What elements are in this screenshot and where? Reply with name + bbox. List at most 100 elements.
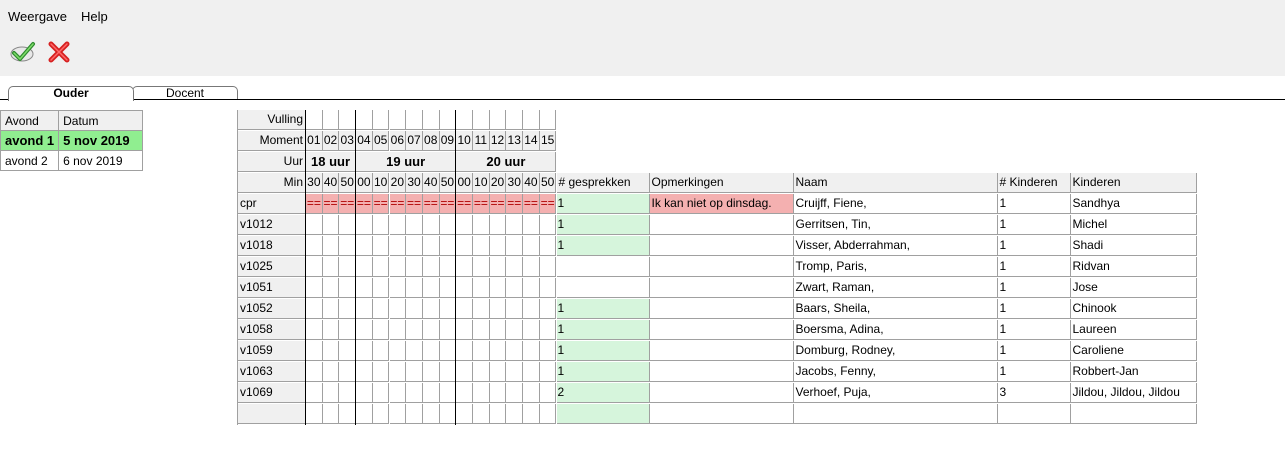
slot-cell[interactable]	[406, 383, 423, 403]
slot-cell[interactable]	[523, 404, 540, 424]
gesprekken-cell[interactable]: 1	[556, 320, 650, 340]
naam-cell[interactable]: Domburg, Rodney,	[793, 341, 998, 361]
naam-cell[interactable]: Visser, Abderrahman,	[793, 236, 998, 256]
opmerkingen-cell[interactable]	[649, 299, 794, 319]
avond-cell[interactable]: avond 2	[0, 150, 60, 171]
slot-cell[interactable]	[339, 215, 357, 235]
slot-cell[interactable]	[356, 383, 373, 403]
slot-cell[interactable]	[506, 257, 524, 277]
slot-cell[interactable]	[306, 257, 323, 277]
slot-cell[interactable]	[489, 341, 507, 361]
row-code[interactable]: v1059	[238, 341, 306, 361]
gesprekken-cell[interactable]	[556, 257, 650, 277]
slot-cell[interactable]: ==	[389, 194, 407, 214]
slot-cell[interactable]	[523, 383, 540, 403]
gesprekken-cell[interactable]: 2	[556, 383, 650, 403]
slot-cell[interactable]	[322, 383, 340, 403]
kinderen-cell[interactable]: Robbert-Jan	[1070, 362, 1197, 382]
slot-cell[interactable]	[489, 236, 507, 256]
slot-cell[interactable]	[339, 236, 357, 256]
slot-cell[interactable]	[306, 341, 323, 361]
slot-cell[interactable]	[322, 236, 340, 256]
slot-cell[interactable]: ==	[406, 194, 423, 214]
slot-cell[interactable]	[406, 215, 423, 235]
opmerkingen-cell[interactable]: Ik kan niet op dinsdag.	[649, 194, 794, 214]
slot-cell[interactable]	[539, 404, 557, 424]
kinderen-count-cell[interactable]: 1	[997, 299, 1071, 319]
slot-cell[interactable]	[456, 404, 473, 424]
slot-cell[interactable]	[539, 362, 557, 382]
opmerkingen-cell[interactable]	[649, 320, 794, 340]
slot-cell[interactable]	[306, 299, 323, 319]
slot-cell[interactable]	[473, 257, 490, 277]
column-header[interactable]: Kinderen	[1070, 173, 1197, 193]
naam-cell[interactable]: Tromp, Paris,	[793, 257, 998, 277]
slot-cell[interactable]	[406, 362, 423, 382]
avond-row[interactable]: avond 1 5 nov 2019	[0, 130, 144, 151]
kinderen-count-cell[interactable]: 1	[997, 278, 1071, 298]
row-code[interactable]: v1058	[238, 320, 306, 340]
naam-cell[interactable]: Jacobs, Fenny,	[793, 362, 998, 382]
opmerkingen-cell[interactable]	[649, 383, 794, 403]
naam-cell[interactable]	[793, 404, 998, 424]
row-code[interactable]: v1012	[238, 215, 306, 235]
opmerkingen-cell[interactable]	[649, 257, 794, 277]
slot-cell[interactable]	[422, 404, 440, 424]
column-header[interactable]: # Kinderen	[997, 173, 1071, 193]
slot-cell[interactable]: ==	[489, 194, 507, 214]
slot-cell[interactable]	[356, 236, 373, 256]
slot-cell[interactable]	[389, 257, 407, 277]
slot-cell[interactable]	[306, 383, 323, 403]
slot-cell[interactable]	[489, 362, 507, 382]
slot-cell[interactable]	[356, 362, 373, 382]
slot-cell[interactable]	[406, 320, 423, 340]
slot-cell[interactable]	[456, 257, 473, 277]
cancel-button[interactable]	[46, 39, 72, 65]
slot-cell[interactable]	[456, 383, 473, 403]
slot-cell[interactable]	[422, 362, 440, 382]
slot-cell[interactable]: ==	[356, 194, 373, 214]
slot-cell[interactable]	[506, 383, 524, 403]
slot-cell[interactable]	[306, 215, 323, 235]
kinderen-cell[interactable]: Caroliene	[1070, 341, 1197, 361]
slot-cell[interactable]	[539, 299, 557, 319]
slot-cell[interactable]	[506, 404, 524, 424]
slot-cell[interactable]	[473, 320, 490, 340]
column-header[interactable]: Naam	[793, 173, 998, 193]
kinderen-count-cell[interactable]: 1	[997, 362, 1071, 382]
slot-cell[interactable]	[339, 278, 357, 298]
slot-cell[interactable]	[339, 404, 357, 424]
slot-cell[interactable]: ==	[506, 194, 524, 214]
slot-cell[interactable]	[523, 320, 540, 340]
slot-cell[interactable]	[356, 257, 373, 277]
slot-cell[interactable]	[473, 383, 490, 403]
slot-cell[interactable]	[456, 320, 473, 340]
slot-cell[interactable]	[523, 299, 540, 319]
menu-weergave[interactable]: Weergave	[2, 0, 73, 36]
slot-cell[interactable]	[339, 299, 357, 319]
naam-cell[interactable]: Verhoef, Puja,	[793, 383, 998, 403]
naam-cell[interactable]: Gerritsen, Tin,	[793, 215, 998, 235]
slot-cell[interactable]	[422, 383, 440, 403]
slot-cell[interactable]	[372, 278, 390, 298]
slot-cell[interactable]	[506, 299, 524, 319]
slot-cell[interactable]	[306, 362, 323, 382]
slot-cell[interactable]: ==	[523, 194, 540, 214]
tab-ouder[interactable]: Ouder	[8, 86, 134, 101]
slot-cell[interactable]	[306, 320, 323, 340]
gesprekken-cell[interactable]: 1	[556, 236, 650, 256]
slot-cell[interactable]	[473, 341, 490, 361]
slot-cell[interactable]	[422, 215, 440, 235]
slot-cell[interactable]	[389, 383, 407, 403]
slot-cell[interactable]	[372, 257, 390, 277]
slot-cell[interactable]	[439, 215, 457, 235]
slot-cell[interactable]: ==	[322, 194, 340, 214]
slot-cell[interactable]	[523, 278, 540, 298]
slot-cell[interactable]	[539, 236, 557, 256]
gesprekken-cell[interactable]: 1	[556, 341, 650, 361]
slot-cell[interactable]	[322, 320, 340, 340]
slot-cell[interactable]	[506, 215, 524, 235]
slot-cell[interactable]	[422, 341, 440, 361]
slot-cell[interactable]	[539, 383, 557, 403]
slot-cell[interactable]	[506, 341, 524, 361]
